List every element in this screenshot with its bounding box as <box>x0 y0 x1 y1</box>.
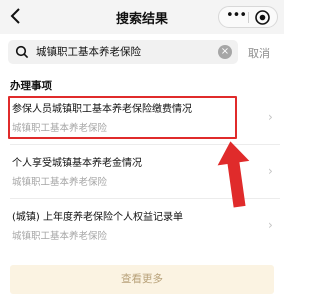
result-subtitle: 城镇职工基本养老保险 <box>12 231 108 242</box>
top-navigation-bar: 搜索结果 ••• <box>0 0 284 34</box>
search-icon <box>15 45 29 59</box>
more-dots-icon[interactable]: ••• <box>226 7 247 27</box>
chevron-right-icon: › <box>268 164 273 178</box>
chevron-right-icon: › <box>268 110 273 124</box>
annotation-arrow-icon <box>217 141 250 208</box>
target-icon[interactable] <box>254 9 271 26</box>
search-input[interactable]: 城镇职工基本养老保险 × <box>8 40 238 64</box>
search-query-text: 城镇职工基本养老保险 <box>36 46 141 58</box>
cancel-button[interactable]: 取消 <box>248 45 270 61</box>
result-title: 个人享受城镇基本养老金情况 <box>12 158 142 169</box>
result-item[interactable]: (城镇) 上年度养老保险个人权益记录单 城镇职工基本养老保险 › <box>0 204 284 250</box>
chevron-right-icon: › <box>268 218 273 232</box>
section-title: 办理事项 <box>10 80 52 92</box>
capsule-divider <box>248 12 249 23</box>
result-subtitle: 城镇职工基本养老保险 <box>12 177 108 188</box>
result-title: (城镇) 上年度养老保险个人权益记录单 <box>12 212 183 223</box>
annotation-highlight-box <box>8 96 237 139</box>
mini-program-capsule: ••• <box>218 6 278 28</box>
search-row: 城镇职工基本养老保险 × 取消 <box>0 34 284 68</box>
clear-icon[interactable]: × <box>218 45 232 59</box>
view-more-button[interactable]: 查看更多 <box>10 265 274 294</box>
